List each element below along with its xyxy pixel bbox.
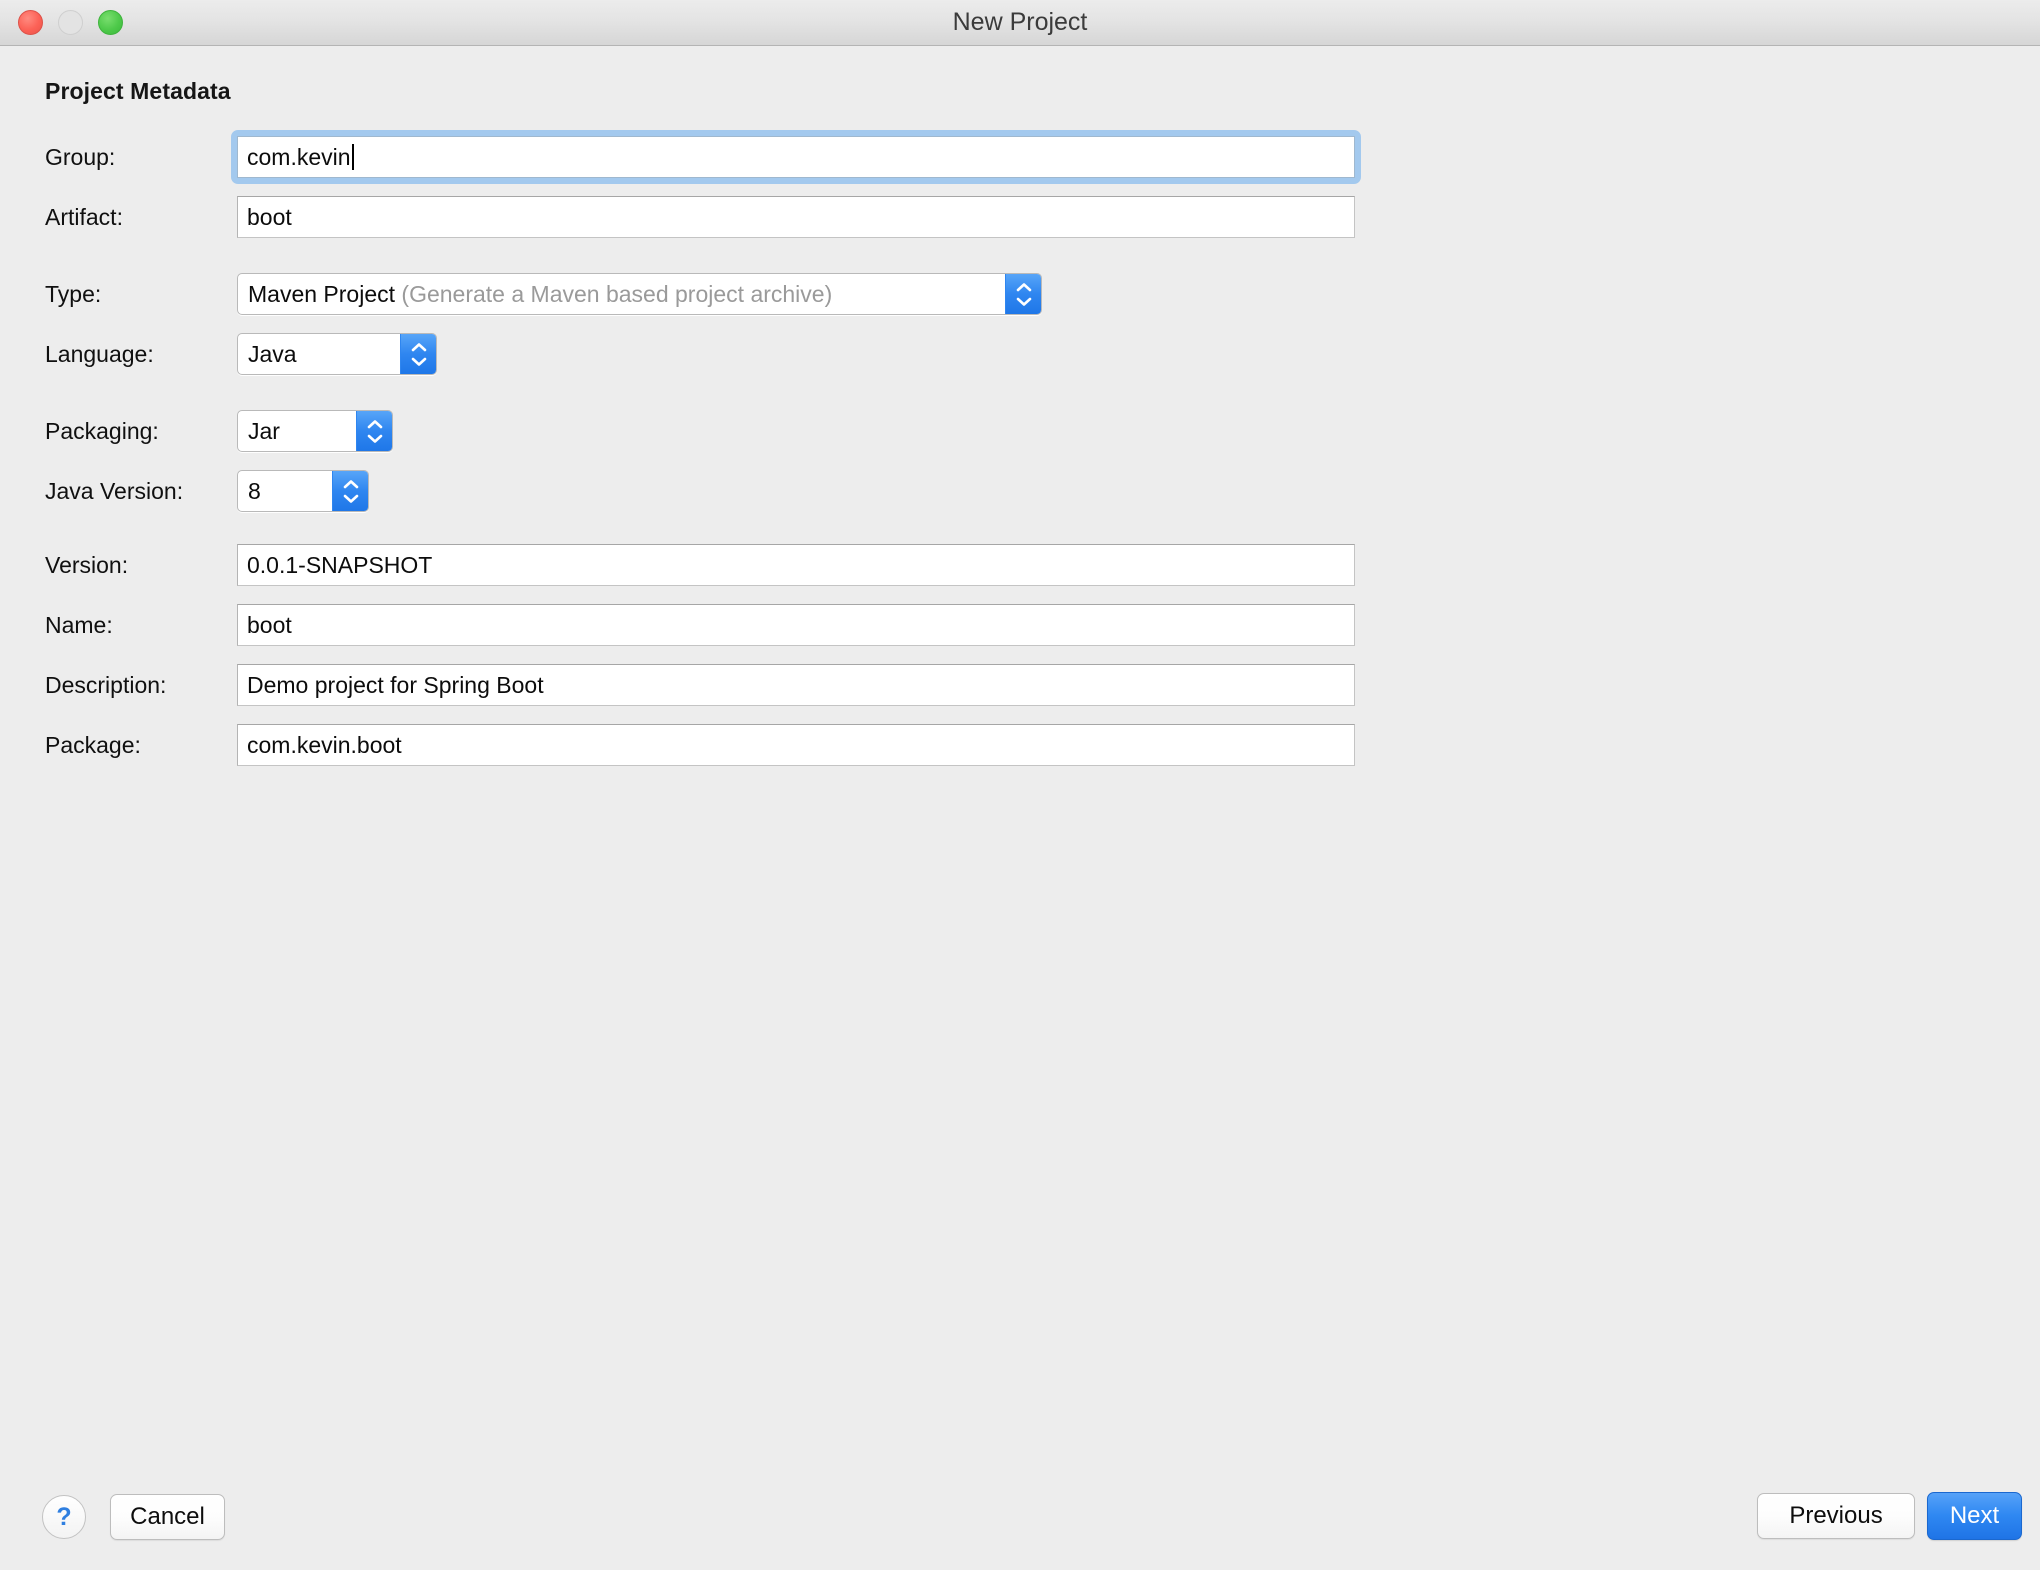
- language-select[interactable]: Java: [237, 333, 437, 375]
- artifact-input[interactable]: boot: [237, 196, 1355, 238]
- field-row-name: Name: boot: [0, 604, 2040, 646]
- text-caret: [351, 144, 354, 170]
- description-label: Description:: [45, 672, 167, 698]
- type-select-primary: Maven Project: [248, 280, 396, 307]
- type-label: Type:: [45, 281, 102, 307]
- language-select-value: Java: [248, 340, 297, 367]
- type-stepper-icon[interactable]: [1005, 274, 1041, 314]
- language-stepper-icon[interactable]: [400, 334, 436, 374]
- dialog-content: Project Metadata Group: com.kevin Artifa…: [0, 46, 2040, 1570]
- group-input-value: com.kevin: [247, 144, 351, 170]
- field-row-artifact: Artifact: boot: [0, 196, 2040, 238]
- field-row-language: Language: Java: [0, 333, 2040, 375]
- artifact-label: Artifact:: [45, 204, 123, 230]
- description-input[interactable]: Demo project for Spring Boot: [237, 664, 1355, 706]
- field-row-packaging: Packaging: Jar: [0, 410, 2040, 452]
- window-titlebar: New Project: [0, 0, 2040, 46]
- packaging-select[interactable]: Jar: [237, 410, 393, 452]
- packaging-select-value: Jar: [248, 417, 280, 444]
- version-input[interactable]: 0.0.1-SNAPSHOT: [237, 544, 1355, 586]
- window-title: New Project: [952, 8, 1088, 36]
- field-row-group: Group: com.kevin: [0, 130, 2040, 184]
- java-version-stepper-icon[interactable]: [332, 471, 368, 511]
- java-version-select-value: 8: [248, 477, 261, 504]
- field-row-java-version: Java Version: 8: [0, 470, 2040, 512]
- next-button[interactable]: Next: [1927, 1492, 2022, 1540]
- type-select-value: Maven Project (Generate a Maven based pr…: [238, 281, 1005, 308]
- group-label: Group:: [45, 144, 116, 170]
- name-input[interactable]: boot: [237, 604, 1355, 646]
- field-row-package: Package: com.kevin.boot: [0, 724, 2040, 766]
- cancel-button[interactable]: Cancel: [110, 1494, 225, 1540]
- previous-button[interactable]: Previous: [1757, 1493, 1915, 1539]
- type-select-hint: (Generate a Maven based project archive): [401, 280, 833, 307]
- java-version-select[interactable]: 8: [237, 470, 369, 512]
- package-input[interactable]: com.kevin.boot: [237, 724, 1355, 766]
- help-button[interactable]: ?: [42, 1495, 86, 1539]
- group-input[interactable]: com.kevin: [237, 136, 1355, 178]
- field-row-description: Description: Demo project for Spring Boo…: [0, 664, 2040, 706]
- name-label: Name:: [45, 612, 113, 638]
- packaging-label: Packaging:: [45, 418, 159, 444]
- language-label: Language:: [45, 341, 154, 367]
- packaging-stepper-icon[interactable]: [356, 411, 392, 451]
- type-select[interactable]: Maven Project (Generate a Maven based pr…: [237, 273, 1042, 315]
- group-field-focus-ring: com.kevin: [231, 130, 1361, 184]
- java-version-label: Java Version:: [45, 478, 184, 504]
- version-label: Version:: [45, 552, 129, 578]
- page-title: Project Metadata: [45, 78, 231, 104]
- package-label: Package:: [45, 732, 141, 758]
- field-row-version: Version: 0.0.1-SNAPSHOT: [0, 544, 2040, 586]
- field-row-type: Type: Maven Project (Generate a Maven ba…: [0, 273, 2040, 315]
